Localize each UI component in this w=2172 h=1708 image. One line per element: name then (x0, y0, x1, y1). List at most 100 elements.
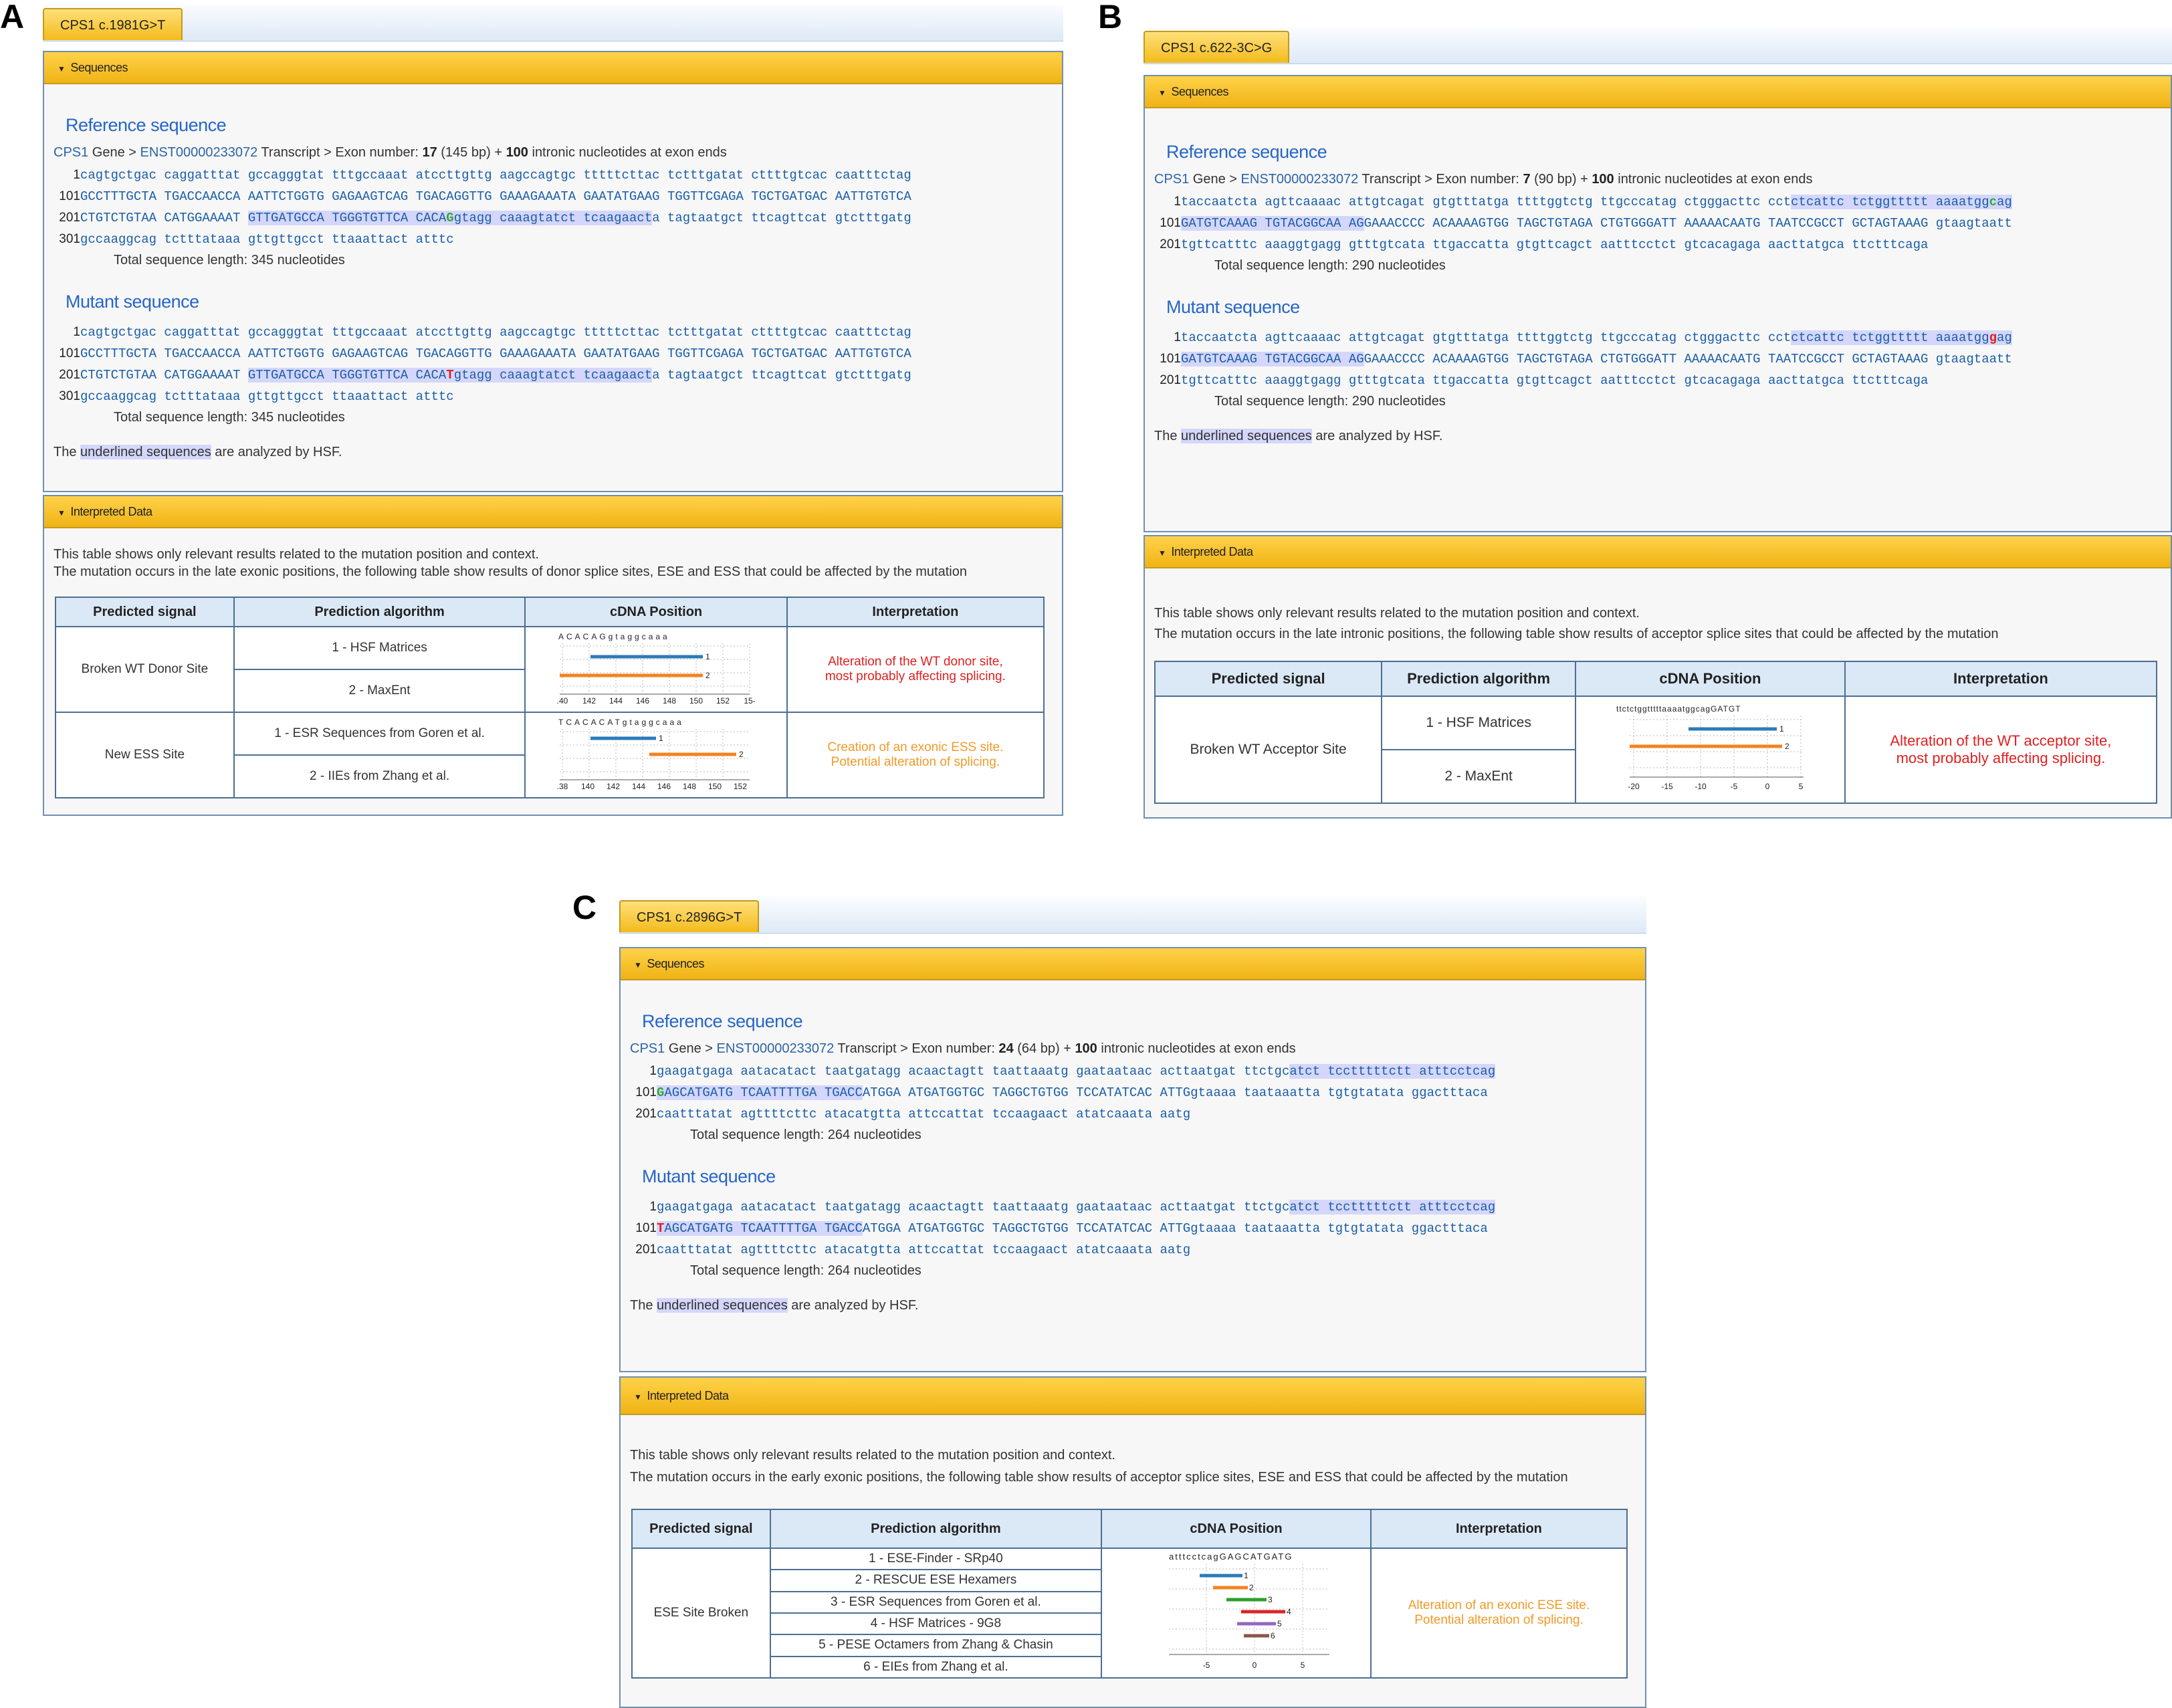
sequence-position: 101 (59, 189, 80, 203)
reference-sequence-title: Reference sequence (66, 115, 227, 135)
exon-number: 24 (998, 1041, 1014, 1056)
sequence-segment: a tagtaatgct ttcagttcat gtctttgatg (652, 211, 911, 225)
collapse-arrow-icon: ▼ (634, 960, 642, 970)
sequences-header[interactable]: ▼ Sequences (44, 52, 1062, 84)
interpreted-data-header[interactable]: ▼ Interpreted Data (621, 1378, 1645, 1415)
x-tick-label: .38 (557, 782, 568, 790)
interpreted-data-section: ▼ Interpreted Data This table shows only … (43, 495, 1063, 816)
mutant-sequence-block: 1gaagatgaga aatacatact taatgatagg acaact… (630, 1196, 1645, 1261)
series-label-1: 1 (1244, 1571, 1248, 1580)
tab-bar: CPS1 c.2896G>T (619, 896, 1646, 934)
position-chart: atttcctcagGAGCATGATG 1 2 3 4 5 6 -5 0 5 (1169, 1552, 1355, 1670)
x-tick-label: -5 (1731, 782, 1738, 791)
table-row: Broken WT Acceptor Site 1 - HSF Matrices… (1154, 696, 2158, 804)
gene-link[interactable]: CPS1 (630, 1041, 665, 1056)
tab-variant[interactable]: CPS1 c.622-3C>G (1144, 31, 1290, 63)
sequences-header[interactable]: ▼ Sequences (1145, 76, 2171, 108)
results-table: Predicted signal Prediction algorithm cD… (631, 1509, 1628, 1679)
interpretation-line-2: Potential alteration of splicing. (831, 755, 1000, 769)
algorithm: 5 - PESE Octamers from Zhang & Chasin (769, 1634, 1103, 1657)
sequence-segment: ctcattc tctggttttt aaaatgg (1791, 195, 1989, 209)
sequence-segment: taccaatcta agttcaaaac attgtcagat gtgttta… (1181, 195, 1791, 209)
x-tick-label: .40 (557, 696, 568, 705)
mutant-sequence-block: 1taccaatcta agttcaaaac attgtcagat gtgttt… (1154, 327, 2171, 391)
sequence-line: 1taccaatcta agttcaaaac attgtcagat gtgttt… (1154, 327, 2171, 348)
crumb-text: Gene > (88, 145, 140, 160)
sequence-segment: taccaatcta agttcaaaac attgtcagat gtgttta… (1181, 330, 1791, 345)
series-label-3: 3 (1268, 1595, 1273, 1604)
transcript-link[interactable]: ENST00000233072 (140, 145, 258, 160)
sequence-segment: CTGTCTGTAA CATGGAAAAT (80, 211, 248, 225)
predicted-signal: ESE Site Broken (631, 1547, 771, 1679)
sequence-segment: ag (1997, 330, 2012, 345)
chart-seq-label: ACACAGgtaggcaaa (558, 632, 670, 641)
gene-link[interactable]: CPS1 (1154, 172, 1189, 187)
sequence-line: 201CTGTCTGTAA CATGGAAAAT GTTGATGCCA TGGG… (53, 207, 1062, 229)
algorithm: 1 - HSF Matrices (1381, 696, 1577, 750)
series-label-4: 4 (1287, 1607, 1291, 1616)
sequence-line: 301gccaaggcag tctttataaa gttgttgcct ttaa… (53, 229, 1062, 250)
predicted-signal: Broken WT Donor Site (55, 626, 235, 713)
x-tick-label: -5 (1203, 1661, 1210, 1670)
breadcrumb: CPS1 Gene > ENST00000233072 Transcript >… (1154, 172, 2171, 187)
transcript-link[interactable]: ENST00000233072 (717, 1041, 835, 1056)
note-line-1: This table shows only relevant results r… (1154, 606, 1640, 621)
sequences-section: ▼ Sequences Reference sequence CPS1 Gene … (619, 947, 1646, 1372)
col-header: Prediction algorithm (233, 597, 526, 627)
tab-variant[interactable]: CPS1 c.2896G>T (619, 900, 760, 932)
interpretation-line-1: Alteration of an exonic ESE site. (1408, 1598, 1590, 1612)
sequence-segment: CTGTCTGTAA CATGGAAAAT (80, 368, 248, 383)
breadcrumb: CPS1 Gene > ENST00000233072 Transcript >… (630, 1041, 1645, 1057)
underlined-sequences-link[interactable]: underlined sequences (1181, 429, 1312, 443)
col-header: Interpretation (786, 597, 1045, 627)
underlined-sequences-link[interactable]: underlined sequences (657, 1298, 788, 1313)
tab-bar: CPS1 c.622-3C>G (1144, 27, 2172, 64)
analyzed-text: are analyzed by HSF. (1311, 429, 1443, 443)
sequence-position: 101 (635, 1221, 657, 1235)
sequence-segment: cagtgctgac caggatttat gccagggtat tttgcca… (80, 168, 911, 183)
gene-link[interactable]: CPS1 (53, 145, 88, 160)
analyzed-note: The underlined sequences are analyzed by… (53, 445, 1062, 460)
col-header: Predicted signal (55, 597, 235, 627)
sequence-line: 201tgttcatttc aaaggtgagg gtttgtcata ttga… (1154, 370, 2171, 391)
mutation-nucleotide: G (657, 1085, 665, 1100)
sequence-line: 101GATGTCAAAG TGTACGGCAA AGGAAACCCC ACAA… (1154, 213, 2171, 234)
tab-variant[interactable]: CPS1 c.1981G>T (43, 8, 183, 40)
sequence-line: 1gaagatgaga aatacatact taatgatagg acaact… (630, 1061, 1645, 1082)
sequence-line: 1cagtgctgac caggatttat gccagggtat tttgcc… (53, 165, 1062, 186)
exon-number: 17 (422, 145, 437, 160)
interpretation-cell: Alteration of an exonic ESE site. Potenti… (1370, 1547, 1628, 1679)
mutant-total-length: Total sequence length: 345 nucleotides (114, 410, 345, 425)
results-table: Predicted signal Prediction algorithm cD… (55, 597, 1045, 798)
sequence-line: 101TAGCATGATG TCAATTTTGA TGACCATGGA ATGA… (630, 1218, 1645, 1239)
series-label-5: 5 (1277, 1619, 1282, 1628)
sequence-position: 101 (59, 346, 80, 360)
algorithm: 1 - ESE-Finder - SRp40 (769, 1547, 1103, 1571)
sequence-position: 301 (59, 232, 80, 246)
interpreted-data-header[interactable]: ▼ Interpreted Data (1145, 536, 2171, 568)
mutant-sequence-block: 1cagtgctgac caggatttat gccagggtat tttgcc… (53, 322, 1062, 407)
sequence-segment: ATGGA ATGATGGTGC TAGGCTGTGG TCCATATCAC A… (862, 1085, 1488, 1100)
crumb-text: (64 bp) + (1013, 1041, 1075, 1056)
sequences-header[interactable]: ▼ Sequences (621, 948, 1645, 980)
col-header: cDNA Position (524, 597, 788, 627)
sequence-segment: GAAACCCC ACAAAAGTGG TAGCTGTAGA CTGTGGGAT… (1364, 352, 2012, 366)
transcript-link[interactable]: ENST00000233072 (1241, 172, 1359, 187)
sequence-segment: gaagatgaga aatacatact taatgatagg acaacta… (657, 1064, 1290, 1079)
interpreted-data-header[interactable]: ▼ Interpreted Data (44, 496, 1062, 528)
sequence-segment: caatttatat agttttcttc atacatgtta attccat… (657, 1107, 1191, 1122)
series-label-6: 6 (1271, 1631, 1275, 1640)
x-tick-label: 152 (734, 782, 747, 790)
sequence-segment: gaagatgaga aatacatact taatgatagg acaacta… (657, 1200, 1290, 1214)
sequence-position: 1 (73, 168, 80, 182)
x-tick-label: 140 (581, 782, 594, 790)
algorithm: 1 - ESR Sequences from Goren et al. (233, 712, 526, 756)
x-tick-label: 5 (1301, 1661, 1305, 1670)
x-tick-label: 0 (1253, 1661, 1257, 1670)
underlined-sequences-link[interactable]: underlined sequences (80, 445, 211, 459)
sequence-line: 201caatttatat agttttcttc atacatgtta attc… (630, 1103, 1645, 1125)
sequence-line: 201caatttatat agttttcttc atacatgtta attc… (630, 1239, 1645, 1261)
sequence-segment: tgttcatttc aaaggtgagg gtttgtcata ttgacca… (1181, 373, 1929, 388)
sequence-segment: GAAACCCC ACAAAAGTGG TAGCTGTAGA CTGTGGGAT… (1364, 216, 2012, 231)
algorithm: 3 - ESR Sequences from Goren et al. (769, 1590, 1103, 1614)
